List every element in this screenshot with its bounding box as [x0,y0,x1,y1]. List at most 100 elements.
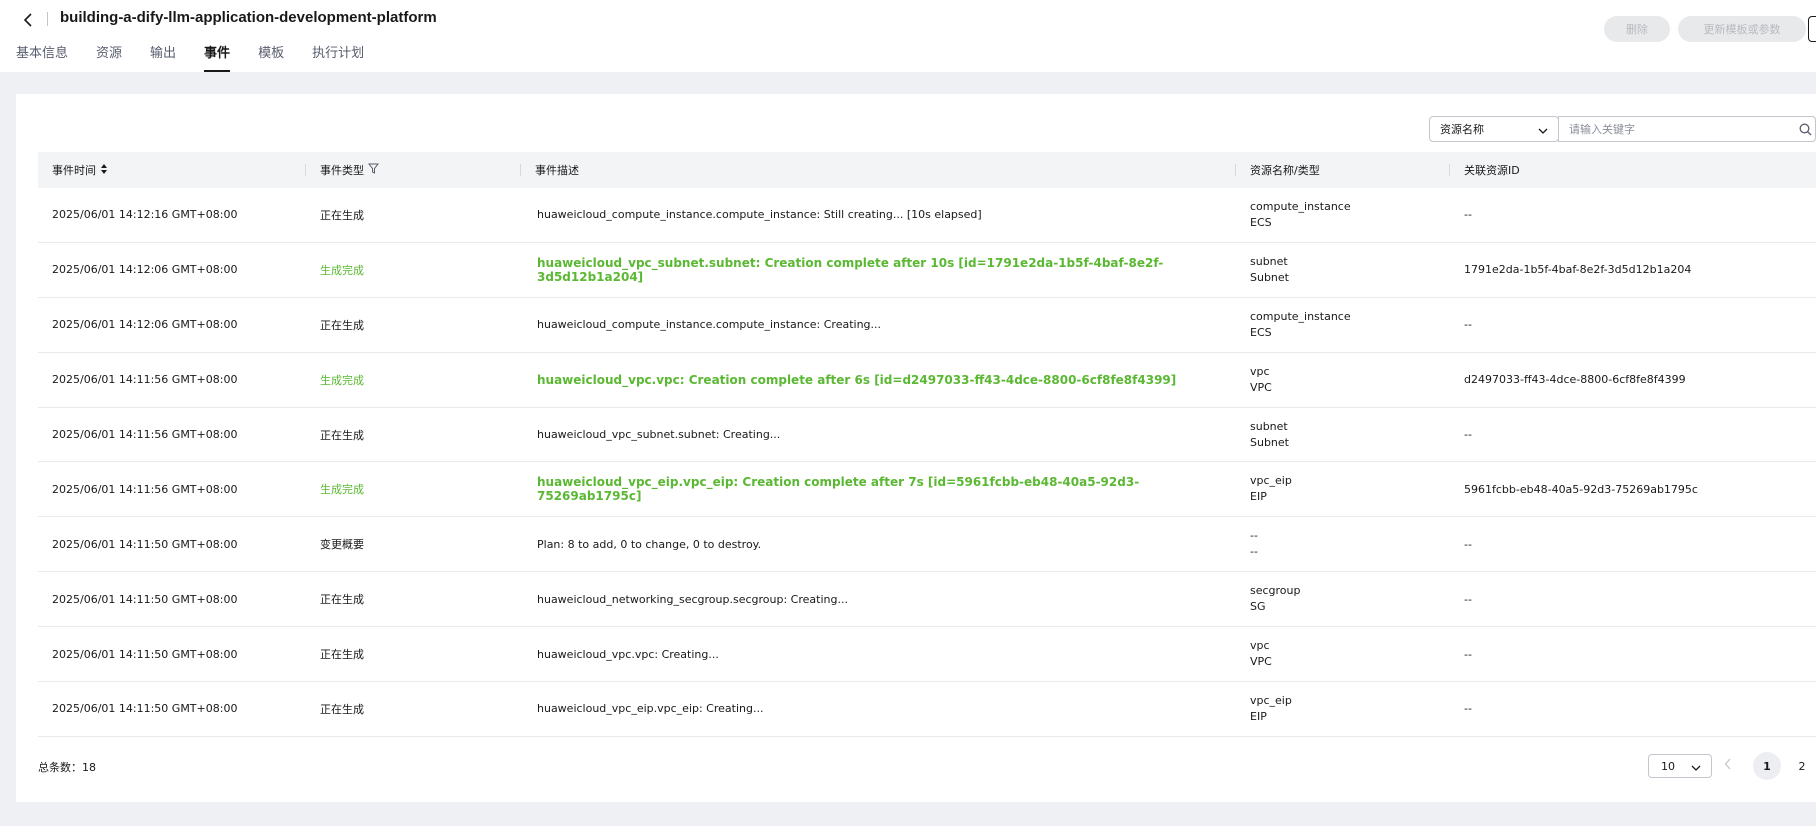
event-time: 2025/06/01 14:11:50 GMT+08:00 [52,592,238,606]
column-header-resource: 资源名称/类型 [1236,152,1450,188]
title-divider [47,12,48,26]
event-time: 2025/06/01 14:11:50 GMT+08:00 [52,647,238,661]
resource-cell: secgroup SG [1236,583,1450,615]
search-input[interactable] [1559,122,1779,136]
filter-select-value: 资源名称 [1440,123,1484,136]
event-time: 2025/06/01 14:12:16 GMT+08:00 [52,208,238,222]
resource-name: vpc [1250,364,1270,378]
total-label: 总条数： [38,761,82,774]
resource-name: compute_instance [1250,309,1351,323]
tab-bar: 基本信息 资源 输出 事件 模板 执行计划 [16,44,392,72]
resource-id: d2497033-ff43-4dce-8800-6cf8fe8f4399 [1464,373,1686,387]
event-description: huaweicloud_vpc_eip.vpc_eip: Creation co… [537,475,1140,504]
resource-cell: vpc_eip EIP [1236,473,1450,505]
sort-icon[interactable] [100,163,108,178]
event-type: 正在生成 [320,593,364,607]
event-type: 正在生成 [320,702,364,716]
total-count: 总条数：18 [38,759,96,775]
table-header: 事件时间 事件类型 事件描述 资源名称/类型 关联资源ID [38,152,1816,188]
event-description: huaweicloud_vpc_eip.vpc_eip: Creating... [537,702,764,716]
events-table: 事件时间 事件类型 事件描述 资源名称/类型 关联资源ID 2025/06/01… [38,152,1816,737]
resource-cell: -- -- [1236,528,1450,560]
page-size-select[interactable]: 10 [1648,754,1712,778]
event-type: 正在生成 [320,208,364,222]
resource-type: -- [1250,545,1258,559]
table-row: 2025/06/01 14:11:50 GMT+08:00 变更概要 Plan:… [38,517,1816,573]
event-description: Plan: 8 to add, 0 to change, 0 to destro… [537,537,762,551]
event-type: 正在生成 [320,648,364,662]
resource-name: subnet [1250,419,1288,433]
resource-cell: subnet Subnet [1236,419,1450,451]
event-type: 生成完成 [320,373,364,387]
update-template-button[interactable]: 更新模板或参数 [1678,16,1806,42]
tab-resources[interactable]: 资源 [96,44,122,72]
event-type: 生成完成 [320,483,364,497]
column-header-type[interactable]: 事件类型 [306,152,521,188]
resource-id: -- [1464,208,1472,222]
events-card: 资源名称 事件时间 事件类型 [16,94,1816,802]
resource-name: -- [1250,529,1258,543]
tab-outputs[interactable]: 输出 [150,44,176,72]
tab-template[interactable]: 模板 [258,44,284,72]
prev-page-icon[interactable] [1724,758,1732,773]
event-description: huaweicloud_vpc.vpc: Creating... [537,647,719,661]
search-icon[interactable] [1799,123,1812,139]
event-type: 生成完成 [320,263,364,277]
tab-events[interactable]: 事件 [204,44,231,72]
resource-name: vpc_eip [1250,693,1292,707]
table-row: 2025/06/01 14:11:50 GMT+08:00 正在生成 huawe… [38,682,1816,737]
resource-cell: subnet Subnet [1236,254,1450,286]
page-2-button[interactable]: 2 [1788,752,1816,780]
resource-cell: vpc_eip EIP [1236,693,1450,725]
resource-id: 1791e2da-1b5f-4baf-8e2f-3d5d12b1a204 [1464,263,1692,277]
tab-basic-info[interactable]: 基本信息 [16,44,68,72]
delete-button[interactable]: 删除 [1604,16,1670,42]
resource-name: compute_instance [1250,199,1351,213]
resource-cell: compute_instance ECS [1236,309,1450,341]
resource-id: -- [1464,537,1472,551]
page-size-value: 10 [1661,759,1675,773]
resource-id: 5961fcbb-eb48-40a5-92d3-75269ab1795c [1464,482,1698,496]
resource-filter-select[interactable]: 资源名称 [1429,116,1559,142]
table-row: 2025/06/01 14:11:56 GMT+08:00 生成完成 huawe… [38,353,1816,408]
resource-id: -- [1464,592,1472,606]
resource-id: -- [1464,647,1472,661]
chevron-down-icon [1691,762,1701,775]
table-body: 2025/06/01 14:12:16 GMT+08:00 正在生成 huawe… [38,188,1816,737]
resource-name: vpc_eip [1250,474,1292,488]
event-description: huaweicloud_vpc_subnet.subnet: Creation … [537,255,1164,284]
table-row: 2025/06/01 14:12:06 GMT+08:00 正在生成 huawe… [38,298,1816,353]
column-header-resource-id: 关联资源ID [1464,164,1520,177]
event-time: 2025/06/01 14:12:06 GMT+08:00 [52,263,238,277]
page-header: building-a-dify-llm-application-developm… [0,0,1816,72]
event-description: huaweicloud_compute_instance.compute_ins… [537,208,982,222]
resource-type: ECS [1250,325,1272,339]
event-type: 正在生成 [320,428,364,442]
search-box [1558,116,1816,142]
event-time: 2025/06/01 14:11:56 GMT+08:00 [52,482,238,496]
total-value: 18 [82,761,96,774]
event-time: 2025/06/01 14:11:56 GMT+08:00 [52,373,238,387]
resource-id: -- [1464,428,1472,441]
resource-cell: vpc VPC [1236,638,1450,670]
table-row: 2025/06/01 14:12:16 GMT+08:00 正在生成 huawe… [38,188,1816,243]
event-description: huaweicloud_vpc_subnet.subnet: Creating.… [537,428,781,441]
back-arrow-icon[interactable] [20,12,36,28]
table-row: 2025/06/01 14:11:50 GMT+08:00 正在生成 huawe… [38,572,1816,628]
page-title: building-a-dify-llm-application-developm… [60,9,437,26]
resource-name: vpc [1250,639,1270,653]
column-header-description: 事件描述 [521,152,1236,188]
column-header-time[interactable]: 事件时间 [38,152,306,188]
event-description: huaweicloud_vpc.vpc: Creation complete a… [537,372,1177,387]
resource-type: Subnet [1250,435,1289,449]
more-button[interactable] [1808,16,1816,42]
page-1-button[interactable]: 1 [1753,752,1781,780]
table-row: 2025/06/01 14:12:06 GMT+08:00 生成完成 huawe… [38,243,1816,298]
tab-execution-plan[interactable]: 执行计划 [312,44,364,72]
event-type: 变更概要 [320,538,364,552]
resource-type: ECS [1250,215,1272,229]
filter-icon[interactable] [367,163,380,177]
resource-name: secgroup [1250,584,1301,598]
resource-type: EIP [1250,709,1267,723]
resource-type: EIP [1250,490,1267,504]
